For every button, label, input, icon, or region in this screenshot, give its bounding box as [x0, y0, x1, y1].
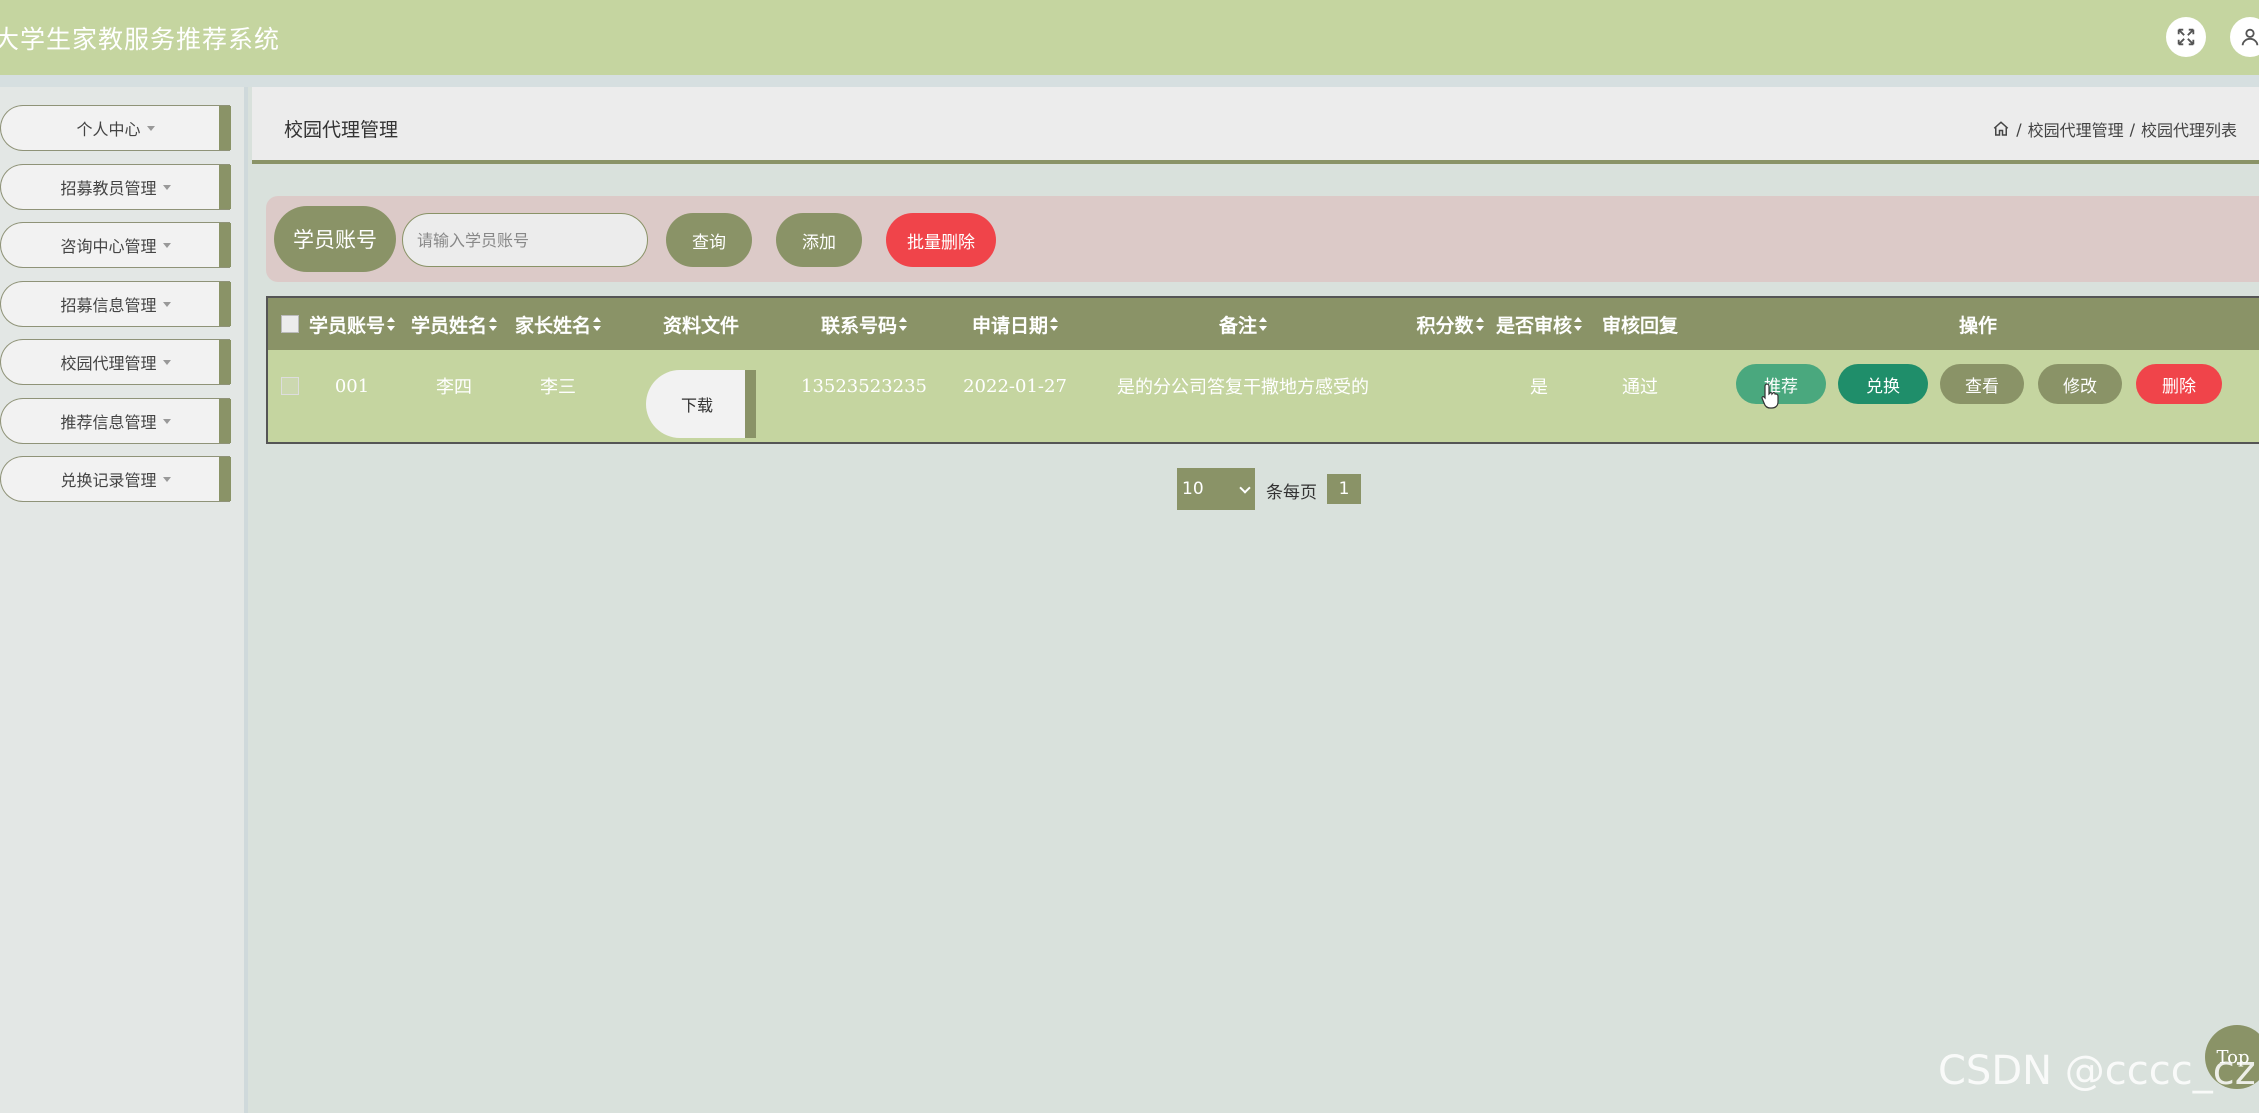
delete-button[interactable]: 删除: [2136, 364, 2222, 404]
sidebar: 个人中心 招募教员管理 咨询中心管理 招募信息管理 校园代理管理 推荐信息管理 …: [0, 87, 248, 1113]
user-icon: [2241, 28, 2259, 46]
breadcrumb-item-list: 校园代理列表: [2140, 121, 2237, 140]
exchange-button[interactable]: 兑换: [1838, 364, 1928, 404]
select-all-checkbox[interactable]: [281, 315, 299, 333]
top-header: 大学生家教服务推荐系统: [0, 0, 2259, 75]
user-button[interactable]: [2230, 17, 2259, 57]
query-button[interactable]: 查询: [666, 213, 752, 267]
sort-icon: [1475, 317, 1484, 331]
breadcrumb-separator: /: [2129, 119, 2135, 139]
column-header-reply: 审核回复: [1601, 314, 1678, 337]
sidebar-item-label: 推荐信息管理: [60, 413, 157, 432]
column-header-name[interactable]: 学员姓名: [406, 298, 502, 350]
cell-name: 李四: [436, 377, 472, 398]
column-header-date[interactable]: 申请日期: [940, 298, 1090, 350]
sidebar-item-personal-center[interactable]: 个人中心: [0, 105, 231, 151]
column-header-note[interactable]: 备注: [1098, 298, 1388, 350]
caret-down-icon: [162, 184, 171, 190]
edit-button[interactable]: 修改: [2038, 364, 2122, 404]
sidebar-item-label: 招募教员管理: [60, 179, 157, 198]
sort-icon: [593, 317, 601, 331]
breadcrumb-separator: /: [2016, 119, 2022, 139]
sidebar-item-recruit-tutor[interactable]: 招募教员管理: [0, 164, 231, 210]
sidebar-item-label: 咨询中心管理: [60, 237, 157, 256]
header-divider: [0, 75, 2259, 87]
add-button[interactable]: 添加: [776, 213, 862, 267]
download-button[interactable]: 下载: [646, 370, 756, 438]
sidebar-item-label: 兑换记录管理: [60, 471, 157, 490]
row-select-cell: [280, 350, 300, 422]
cell-account: 001: [334, 375, 370, 397]
column-header-points[interactable]: 积分数: [1410, 298, 1490, 350]
sidebar-item-label: 校园代理管理: [60, 354, 157, 373]
column-header-parent[interactable]: 家长姓名: [510, 298, 606, 350]
sort-icon: [489, 317, 497, 331]
table-header: 学员账号 学员姓名 家长姓名 资料文件 联系号码 申请日期 备注 积分数 是否审…: [268, 298, 2259, 350]
sidebar-item-consult-center[interactable]: 咨询中心管理: [0, 222, 231, 268]
column-header-file: 资料文件: [662, 314, 739, 337]
search-bar: 学员账号 查询 添加 批量删除: [266, 196, 2259, 282]
chevron-down-icon: [1239, 482, 1251, 494]
batch-delete-button[interactable]: 批量删除: [886, 213, 996, 267]
page-title: 校园代理管理: [284, 119, 399, 141]
page-size-select[interactable]: 10: [1177, 468, 1255, 510]
sort-icon: [387, 317, 395, 331]
search-input[interactable]: [402, 213, 648, 267]
sort-icon: [1050, 317, 1058, 331]
sidebar-item-recruit-info[interactable]: 招募信息管理: [0, 281, 231, 327]
view-button[interactable]: 查看: [1940, 364, 2024, 404]
row-checkbox[interactable]: [281, 377, 299, 395]
fullscreen-icon: [2177, 28, 2195, 46]
page-number-button[interactable]: 1: [1327, 474, 1361, 504]
search-label: 学员账号: [274, 206, 396, 272]
breadcrumb: / 校园代理管理 / 校园代理列表: [1992, 117, 2237, 141]
caret-down-icon: [162, 476, 171, 482]
watermark: CSDN @cccc_cz: [1938, 1048, 2256, 1094]
sidebar-item-label: 个人中心: [76, 120, 141, 139]
column-header-reviewed[interactable]: 是否审核: [1494, 298, 1584, 350]
sidebar-item-exchange-record[interactable]: 兑换记录管理: [0, 456, 231, 502]
download-label: 下载: [680, 396, 713, 415]
page-size-value: 10: [1182, 479, 1204, 499]
cell-note: 是的分公司答复干撒地方感受的: [1117, 377, 1369, 398]
select-all-cell: [280, 298, 300, 350]
page-header: 校园代理管理 / 校园代理管理 / 校园代理列表: [252, 87, 2259, 164]
cell-parent: 李三: [540, 377, 576, 398]
caret-down-icon: [146, 125, 155, 131]
caret-down-icon: [162, 359, 171, 365]
caret-down-icon: [162, 418, 171, 424]
cell-reply: 通过: [1622, 377, 1658, 398]
sidebar-item-recommend-info[interactable]: 推荐信息管理: [0, 398, 231, 444]
sidebar-item-campus-agent[interactable]: 校园代理管理: [0, 339, 231, 385]
cell-reviewed: 是: [1530, 377, 1548, 398]
per-page-label: 条每页: [1266, 483, 1317, 503]
sidebar-item-label: 招募信息管理: [60, 296, 157, 315]
column-header-phone[interactable]: 联系号码: [794, 298, 934, 350]
cell-phone: 13523523235: [801, 375, 927, 397]
column-header-account[interactable]: 学员账号: [304, 298, 400, 350]
home-icon[interactable]: [1992, 120, 2010, 138]
sort-icon: [1259, 317, 1267, 331]
sort-icon: [899, 317, 907, 331]
fullscreen-button[interactable]: [2166, 17, 2206, 57]
cell-points: [1410, 350, 1490, 422]
caret-down-icon: [162, 301, 171, 307]
caret-down-icon: [162, 242, 171, 248]
column-header-actions: 操作: [1958, 314, 1997, 337]
cell-date: 2022-01-27: [963, 375, 1067, 397]
app-title: 大学生家教服务推荐系统: [0, 25, 281, 54]
hand-cursor-icon: [1761, 383, 1779, 409]
breadcrumb-item-campus-agent[interactable]: 校园代理管理: [2028, 117, 2124, 141]
sort-icon: [1574, 317, 1582, 331]
data-table: 学员账号 学员姓名 家长姓名 资料文件 联系号码 申请日期 备注 积分数 是否审…: [266, 296, 2259, 444]
